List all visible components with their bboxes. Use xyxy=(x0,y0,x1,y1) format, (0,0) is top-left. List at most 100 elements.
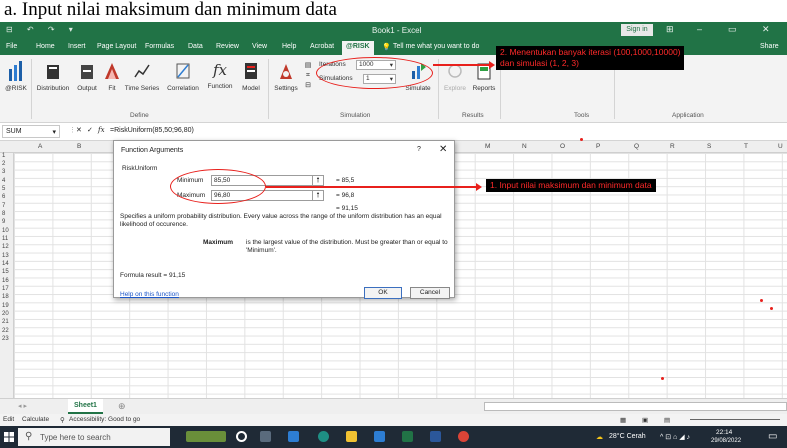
column-u[interactable]: U xyxy=(778,143,783,150)
tab-file[interactable]: File xyxy=(6,43,17,50)
file-explorer-icon[interactable] xyxy=(346,431,357,442)
notifications-icon[interactable]: ▭ xyxy=(768,431,777,442)
tray-icons[interactable]: ^ ⊡ ⌂ ◢ ♪ xyxy=(660,433,690,441)
close-icon[interactable]: ✕ xyxy=(762,24,770,35)
sheet-tab[interactable]: Sheet1 xyxy=(68,399,103,414)
row-number[interactable]: 20 xyxy=(2,311,9,317)
page-layout-icon[interactable]: ▣ xyxy=(642,416,648,424)
clock-date[interactable]: 29/08/2022 xyxy=(711,438,741,444)
normal-view-icon[interactable]: ▦ xyxy=(620,416,626,424)
column-o[interactable]: O xyxy=(560,143,565,150)
tell-me-search[interactable]: Tell me what you want to do xyxy=(393,43,479,50)
row-number[interactable]: 11 xyxy=(2,236,8,242)
tab-home[interactable]: Home xyxy=(36,43,55,50)
correlation-button[interactable]: Correlation xyxy=(163,61,203,92)
add-sheet-icon[interactable]: ⊕ xyxy=(118,401,126,412)
ribbon-display-icon[interactable]: ⊞ xyxy=(666,24,674,35)
model-button[interactable]: Model xyxy=(237,61,265,92)
column-r[interactable]: R xyxy=(670,143,675,150)
row-number[interactable]: 10 xyxy=(2,228,9,234)
store-icon[interactable] xyxy=(288,431,299,442)
cortana-icon[interactable] xyxy=(236,431,247,442)
row-number[interactable]: 1 xyxy=(2,153,5,159)
collapse-arrow-icon[interactable]: 🠕 xyxy=(312,175,324,186)
column-a[interactable]: A xyxy=(38,143,42,150)
zoom-slider[interactable] xyxy=(690,419,780,420)
row-number[interactable]: 13 xyxy=(2,253,9,259)
mail-icon[interactable] xyxy=(374,431,385,442)
distribution-button[interactable]: Distribution xyxy=(33,61,73,92)
page-break-icon[interactable]: ▤ xyxy=(664,416,670,424)
tab-formulas[interactable]: Formulas xyxy=(145,43,174,50)
weather-status[interactable]: 28°C Cerah xyxy=(609,433,646,440)
horizontal-scrollbar[interactable] xyxy=(484,402,787,411)
help-link[interactable]: Help on this function xyxy=(120,291,179,298)
row-number[interactable]: 15 xyxy=(2,269,9,275)
row-number[interactable]: 3 xyxy=(2,169,5,175)
row-number[interactable]: 2 xyxy=(2,161,5,167)
enter-icon[interactable]: ✓ xyxy=(87,126,93,134)
calculate-status[interactable]: Calculate xyxy=(22,416,49,423)
ok-button[interactable]: OK xyxy=(364,287,402,299)
column-p[interactable]: P xyxy=(596,143,600,150)
maximize-icon[interactable]: ▭ xyxy=(728,24,737,35)
tab-help[interactable]: Help xyxy=(282,43,296,50)
tab-atrisk[interactable]: @RISK xyxy=(342,41,374,55)
taskbar-search-input[interactable]: ⚲ Type here to search xyxy=(18,428,170,446)
clock-time[interactable]: 22:14 xyxy=(716,429,732,436)
excel-icon[interactable] xyxy=(402,431,413,442)
row-number[interactable]: 18 xyxy=(2,294,9,300)
row-number[interactable]: 23 xyxy=(2,336,9,342)
column-m[interactable]: M xyxy=(485,143,490,150)
view-toggle-icons[interactable]: ▤ ⌗ ⊟ xyxy=(303,61,313,91)
row-number[interactable]: 22 xyxy=(2,328,9,334)
fit-button[interactable]: Fit xyxy=(103,61,121,92)
explore-button[interactable]: Explore xyxy=(440,61,470,92)
row-number[interactable]: 19 xyxy=(2,303,9,309)
chrome-icon[interactable] xyxy=(458,431,469,442)
task-view-icon[interactable] xyxy=(260,431,271,442)
row-number[interactable]: 9 xyxy=(2,219,5,225)
tab-data[interactable]: Data xyxy=(188,43,203,50)
close-icon[interactable]: ✕ xyxy=(439,144,447,155)
word-icon[interactable] xyxy=(430,431,441,442)
name-box[interactable]: SUM ▾ xyxy=(2,125,60,138)
row-number[interactable]: 4 xyxy=(2,178,5,184)
tab-insert[interactable]: Insert xyxy=(68,43,86,50)
output-button[interactable]: Output xyxy=(74,61,100,92)
row-number[interactable]: 6 xyxy=(2,194,5,200)
share-button[interactable]: Share xyxy=(760,43,779,50)
time-series-button[interactable]: Time Series xyxy=(123,61,161,92)
row-number[interactable]: 7 xyxy=(2,203,5,209)
tab-acrobat[interactable]: Acrobat xyxy=(310,43,334,50)
cancel-button[interactable]: Cancel xyxy=(410,287,450,299)
row-number[interactable]: 5 xyxy=(2,186,5,192)
row-number[interactable]: 12 xyxy=(2,244,9,250)
row-number[interactable]: 8 xyxy=(2,211,5,217)
row-number[interactable]: 16 xyxy=(2,278,9,284)
sign-in-button[interactable]: Sign in xyxy=(621,24,653,36)
sheet-nav-arrows[interactable]: ◂ ▸ xyxy=(18,402,27,410)
cancel-icon[interactable]: ✕ xyxy=(76,126,82,134)
minimize-icon[interactable]: – xyxy=(697,24,702,34)
tab-view[interactable]: View xyxy=(252,43,267,50)
accessibility-status[interactable]: Accessibility: Good to go xyxy=(69,416,140,423)
collapse-arrow-icon[interactable]: 🠕 xyxy=(312,190,324,201)
settings-button[interactable]: Settings xyxy=(272,61,300,92)
row-number[interactable]: 21 xyxy=(2,319,9,325)
news-widget-icon[interactable] xyxy=(186,431,226,442)
column-t[interactable]: T xyxy=(744,143,748,150)
column-n[interactable]: N xyxy=(522,143,527,150)
formula-input[interactable]: =RiskUniform(85,50;96,80) xyxy=(110,127,194,134)
row-number[interactable]: 17 xyxy=(2,286,9,292)
quick-access-toolbar[interactable]: ⊟ ↶ ↷ ▾ xyxy=(6,25,79,34)
column-q[interactable]: Q xyxy=(634,143,639,150)
insert-function-icon[interactable]: fx xyxy=(98,126,105,134)
edge-icon[interactable] xyxy=(318,431,329,442)
row-number[interactable]: 14 xyxy=(2,261,9,267)
tab-review[interactable]: Review xyxy=(216,43,239,50)
column-b[interactable]: B xyxy=(77,143,81,150)
help-icon[interactable]: ? xyxy=(417,146,421,153)
function-button[interactable]: 𝑓x Function xyxy=(205,61,235,90)
windows-start-icon[interactable] xyxy=(4,432,14,442)
